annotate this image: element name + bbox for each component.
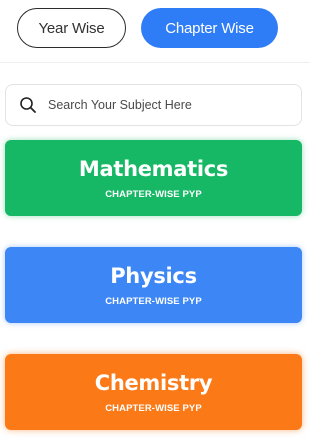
subject-subtitle: CHAPTER-WISE PYP [105, 295, 202, 307]
subject-card-chemistry[interactable]: Chemistry CHAPTER-WISE PYP [5, 354, 302, 430]
subject-subtitle: CHAPTER-WISE PYP [105, 402, 202, 414]
subject-title: Chemistry [94, 370, 213, 395]
search-icon [19, 96, 37, 114]
subject-title: Physics [110, 263, 197, 288]
view-toggle: Year Wise Chapter Wise [17, 8, 278, 48]
page: Year Wise Chapter Wise Mathematics CHAPT… [0, 0, 310, 446]
year-wise-button[interactable]: Year Wise [17, 8, 126, 48]
chapter-wise-button[interactable]: Chapter Wise [141, 8, 278, 48]
subject-card-physics[interactable]: Physics CHAPTER-WISE PYP [5, 247, 302, 323]
subject-subtitle: CHAPTER-WISE PYP [105, 188, 202, 200]
search-input[interactable] [46, 97, 290, 113]
subject-card-mathematics[interactable]: Mathematics CHAPTER-WISE PYP [5, 140, 302, 216]
divider [0, 62, 310, 63]
subject-title: Mathematics [78, 156, 229, 181]
search-bar[interactable] [5, 84, 302, 126]
